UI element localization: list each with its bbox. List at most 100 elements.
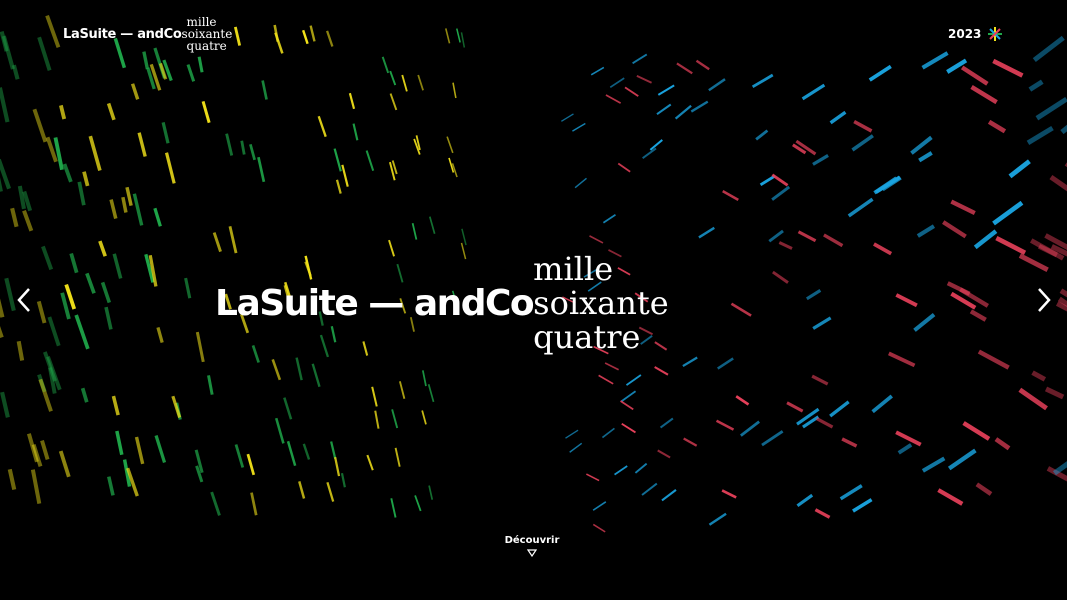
stripe <box>60 292 71 320</box>
stripe <box>565 429 579 439</box>
stripe <box>47 316 61 347</box>
stripe <box>717 357 734 370</box>
stripe <box>302 443 311 460</box>
stripe <box>161 122 170 144</box>
stripe <box>897 443 913 455</box>
stripe <box>333 148 342 172</box>
stripe <box>62 163 73 183</box>
hero-title: LaSuite — andCo mille soixante quatre <box>215 252 669 354</box>
stripe <box>761 430 784 447</box>
stripe <box>330 441 337 459</box>
stripe <box>641 482 658 496</box>
stripe <box>121 196 128 213</box>
stripe <box>969 309 987 322</box>
stripe <box>428 216 436 234</box>
stripe <box>164 152 176 184</box>
stripe <box>617 162 631 173</box>
stripe <box>186 64 196 82</box>
stripe <box>977 349 1010 370</box>
site-logo[interactable]: LaSuite — andCo mille soixante quatre <box>63 16 232 52</box>
stripe <box>326 481 335 502</box>
stripe <box>601 427 615 439</box>
hero-serif-line-2: soixante <box>533 284 669 322</box>
stripe <box>913 313 936 332</box>
stripe <box>715 419 735 431</box>
chevron-left-icon[interactable] <box>14 286 34 314</box>
stripe <box>257 156 266 183</box>
stripe <box>274 32 284 54</box>
stripe <box>1028 79 1044 92</box>
stripe <box>649 139 663 151</box>
stripe <box>295 357 303 381</box>
stripe <box>0 87 10 123</box>
stripe <box>374 410 380 429</box>
stripe <box>962 421 991 441</box>
stripe <box>30 469 42 505</box>
chevron-right-icon[interactable] <box>1034 286 1054 314</box>
stripe <box>625 374 642 386</box>
stripe <box>390 498 397 518</box>
stripe <box>586 473 600 482</box>
stripe <box>421 410 427 425</box>
stripe <box>0 177 3 192</box>
stripe <box>201 100 211 124</box>
stripe <box>326 30 334 47</box>
stripe <box>797 230 817 243</box>
year-label[interactable]: 2023 <box>948 27 981 41</box>
stripe <box>676 62 693 75</box>
stripe <box>366 454 374 471</box>
stripe <box>85 272 96 294</box>
stripe <box>829 110 847 125</box>
stripe <box>36 300 47 324</box>
stripe <box>722 189 739 201</box>
stripe <box>249 143 256 161</box>
stripe <box>661 489 677 502</box>
stripe <box>0 325 4 339</box>
stripe <box>352 123 359 141</box>
stripe <box>592 523 606 533</box>
stripe <box>381 56 390 74</box>
stripe <box>341 164 349 187</box>
stripe <box>154 435 167 464</box>
stripe <box>950 199 976 215</box>
stripe <box>225 133 234 156</box>
stripe <box>371 386 378 407</box>
stripe <box>233 26 242 46</box>
stripe <box>414 495 422 512</box>
stripe <box>994 437 1011 451</box>
stripe <box>1052 461 1067 476</box>
stripe <box>690 100 709 113</box>
hero-wordmark: LaSuite — andCo <box>215 282 535 324</box>
stripe <box>574 177 587 189</box>
stripe <box>572 122 586 132</box>
stripe <box>77 181 86 206</box>
stripe <box>348 92 356 110</box>
stripe <box>271 359 282 381</box>
stripe <box>721 489 737 499</box>
stripe <box>82 171 90 187</box>
stripe <box>636 74 652 84</box>
stripe <box>246 453 256 476</box>
hero-serif-block: mille soixante quatre <box>533 252 668 354</box>
stripe <box>45 14 61 48</box>
stripe <box>421 370 427 387</box>
stripe <box>620 390 637 403</box>
stripe <box>156 326 164 344</box>
stripe <box>740 420 760 437</box>
stripe <box>197 56 204 73</box>
stripe <box>786 401 804 413</box>
discover-button[interactable]: Découvrir <box>500 535 564 557</box>
stripe <box>234 444 245 468</box>
stripe <box>32 108 48 143</box>
stripe <box>708 512 727 526</box>
asterisk-icon[interactable] <box>988 27 1002 41</box>
stripe <box>111 395 120 416</box>
stripe <box>16 340 25 361</box>
stripe <box>602 214 616 224</box>
stripe <box>0 298 5 318</box>
stripe <box>656 103 672 116</box>
stripe <box>698 226 715 239</box>
stripe <box>109 199 118 219</box>
stripe <box>286 440 297 467</box>
stripe <box>1026 125 1054 145</box>
